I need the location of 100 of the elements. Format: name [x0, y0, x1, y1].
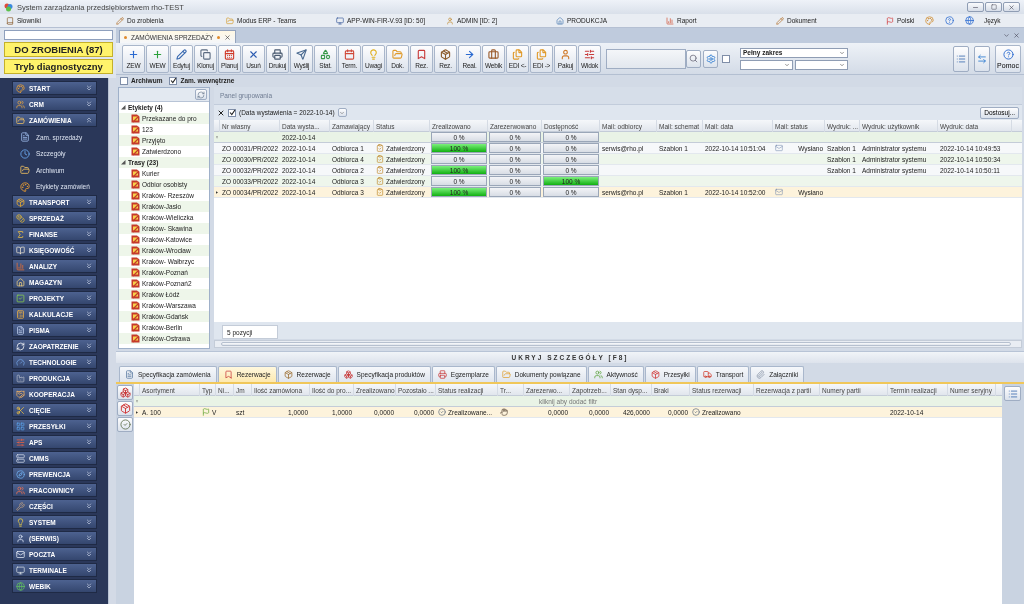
house-icon	[16, 277, 25, 287]
list-button[interactable]	[953, 45, 969, 72]
checkbox[interactable]	[169, 76, 178, 85]
clipboard-icon	[376, 166, 384, 174]
package-icon	[283, 370, 293, 379]
monitor-icon	[16, 565, 25, 575]
close-icon	[217, 108, 225, 117]
folder-icon	[501, 370, 511, 379]
arrows-icon	[977, 53, 987, 64]
monitor-icon	[336, 16, 344, 25]
chevrons-down-icon	[85, 422, 93, 430]
house-icon	[556, 16, 564, 25]
check-icon	[228, 109, 236, 116]
boxes-icon	[343, 370, 353, 379]
mail-icon	[775, 144, 783, 152]
todo-button[interactable]: DO ZROBIENIA (87)	[4, 42, 113, 57]
close-icon	[224, 33, 232, 41]
arrow-right-icon	[464, 48, 475, 60]
dot-icon	[217, 35, 221, 39]
select-field[interactable]	[795, 59, 848, 70]
refresh-icon	[16, 341, 25, 351]
package-icon	[16, 197, 25, 207]
settings-button[interactable]	[703, 49, 718, 68]
clock-icon	[20, 148, 30, 159]
check-square-icon	[16, 293, 25, 303]
checkbox[interactable]	[120, 76, 128, 85]
sliders-icon	[584, 48, 595, 60]
palette-icon	[924, 16, 934, 25]
grid-icon	[16, 421, 25, 431]
chevrons-down-icon	[85, 438, 93, 446]
checkbox[interactable]	[722, 54, 730, 63]
select-field[interactable]	[740, 59, 793, 70]
lightbulb-icon	[368, 48, 379, 60]
globe-button[interactable]	[962, 14, 976, 27]
refresh-button[interactable]	[195, 89, 207, 100]
lightbulb-icon	[16, 517, 25, 527]
row-pointer-icon	[136, 409, 138, 415]
plus-icon	[152, 48, 163, 60]
chart-icon	[16, 261, 25, 271]
chevrons-down-icon	[85, 374, 93, 382]
server-icon	[16, 453, 25, 463]
chevrons-down-icon	[85, 246, 93, 254]
search-field[interactable]	[606, 48, 686, 69]
boxes-icon	[119, 387, 131, 398]
horizontal-scrollbar[interactable]	[214, 340, 1022, 348]
collapse-arrow-icon	[121, 160, 126, 165]
shapes-icon	[320, 48, 331, 60]
chevrons-down-icon	[85, 214, 93, 222]
chevrons-down-icon	[85, 566, 93, 574]
side-tool-button[interactable]	[117, 401, 133, 416]
chevrons-down-icon	[85, 310, 93, 318]
chevrons-down-icon	[85, 470, 93, 478]
tag-icon	[131, 312, 140, 321]
collapse-arrow-icon	[121, 105, 126, 110]
chevrons-down-icon	[85, 358, 93, 366]
sigma-icon	[16, 229, 25, 239]
globe-icon	[16, 581, 25, 591]
chevrons-down-icon	[85, 342, 93, 350]
side-tool-button[interactable]	[117, 417, 133, 432]
switch-button[interactable]	[974, 45, 990, 72]
document-icon	[16, 325, 25, 335]
search-button[interactable]	[686, 49, 701, 68]
clear-filter-button[interactable]	[217, 108, 225, 117]
palette-icon	[16, 83, 25, 93]
tag-icon	[131, 191, 140, 200]
package-icon	[119, 403, 131, 414]
check-circle-icon	[119, 419, 131, 430]
tag-icon	[131, 279, 140, 288]
mail-icon	[16, 549, 25, 559]
row-pointer-icon	[216, 189, 218, 195]
column-chooser-button[interactable]	[1004, 386, 1021, 401]
maximize-button[interactable]	[985, 2, 1002, 12]
help-icon	[1002, 48, 1014, 60]
filter-dropdown-button[interactable]	[337, 108, 347, 117]
package-icon	[440, 48, 451, 60]
flag-icon	[202, 408, 210, 416]
chevrons-down-icon	[85, 84, 93, 92]
calendar-icon	[224, 48, 235, 60]
search-field[interactable]	[4, 30, 113, 40]
checkbox[interactable]	[228, 108, 236, 117]
help-button[interactable]	[942, 14, 956, 27]
handshake-icon	[16, 389, 25, 399]
flag-icon	[886, 16, 894, 25]
chevrons-down-icon	[85, 198, 93, 206]
chevrons-down-icon	[85, 486, 93, 494]
mail-icon	[775, 188, 783, 196]
minimize-button[interactable]	[967, 2, 984, 12]
chevrons-down-icon	[85, 406, 93, 414]
tag-icon	[131, 268, 140, 277]
folder-icon	[20, 165, 30, 176]
side-tool-button[interactable]	[117, 385, 133, 400]
printer-icon	[272, 48, 283, 60]
tag-icon	[131, 224, 140, 233]
chevrons-down-icon	[85, 534, 93, 542]
tag-icon	[131, 136, 140, 145]
document-icon	[125, 370, 134, 379]
close-button[interactable]	[1003, 2, 1020, 12]
palette-button[interactable]	[922, 14, 936, 27]
briefcase-icon	[488, 48, 499, 60]
paperclip-icon	[756, 370, 766, 379]
